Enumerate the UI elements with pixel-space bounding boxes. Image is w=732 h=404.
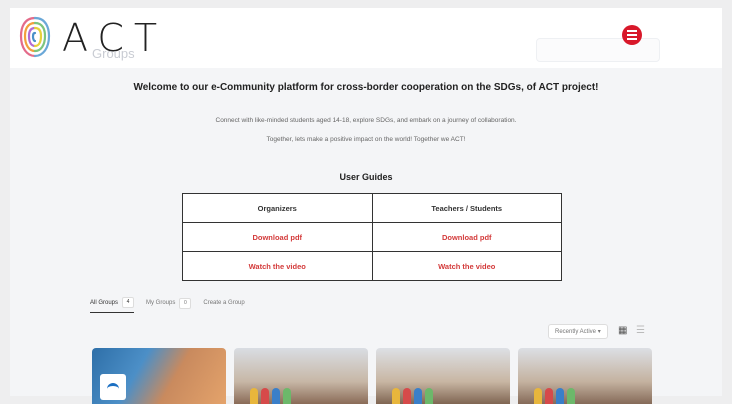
list-view-icon[interactable]: ☰ [636,325,645,337]
site-header: ACT Groups [10,8,722,68]
tab-my-groups[interactable]: My Groups 0 [146,297,192,313]
search-field-underlay [536,38,660,62]
teachers-download-pdf-link[interactable]: Download pdf [371,222,562,252]
hamburger-icon[interactable] [622,25,642,45]
user-guides-title: User Guides [339,172,393,182]
group-cover-image [534,388,575,404]
tab-count: 4 [122,297,135,308]
intro-line-2: Together, lets make a positive impact on… [266,136,466,143]
tab-label: My Groups [146,300,176,306]
sort-select[interactable]: Recently Active ▾ [548,324,608,339]
organizers-watch-video-link[interactable]: Watch the video [182,251,373,281]
grid-view-icon[interactable]: ▦ [618,325,627,337]
group-tabs: All Groups 4 My Groups 0 Create a Group [90,297,245,313]
table-row: Watch the video Watch the video [182,251,562,281]
tab-label: All Groups [90,299,119,306]
column-header-teachers-students: Teachers / Students [371,193,562,223]
intro-line-1: Connect with like-minded students aged 1… [215,117,517,124]
user-guides-table: Organizers Teachers / Students Download … [182,193,562,281]
table-row: Organizers Teachers / Students [182,193,562,223]
page-title-underlay: Groups [92,46,135,61]
teachers-watch-video-link[interactable]: Watch the video [371,251,562,281]
organizers-download-pdf-link[interactable]: Download pdf [182,222,373,252]
welcome-heading: Welcome to our e-Community platform for … [133,82,599,93]
tab-count: 0 [179,297,192,309]
tab-all-groups[interactable]: All Groups 4 [90,297,135,313]
group-avatar [100,374,126,400]
group-cover-image [392,388,433,404]
table-row: Download pdf Download pdf [182,222,562,252]
browser-content: ACT Groups Welcome to our e-Community pl… [10,8,722,404]
fingerprint-logo-icon[interactable] [18,14,52,60]
tab-create-group[interactable]: Create a Group [203,300,244,310]
tab-label: Create a Group [203,300,245,306]
column-header-organizers: Organizers [182,193,373,223]
sort-selected-value: Recently Active [555,329,597,335]
group-cover-image [250,388,291,404]
